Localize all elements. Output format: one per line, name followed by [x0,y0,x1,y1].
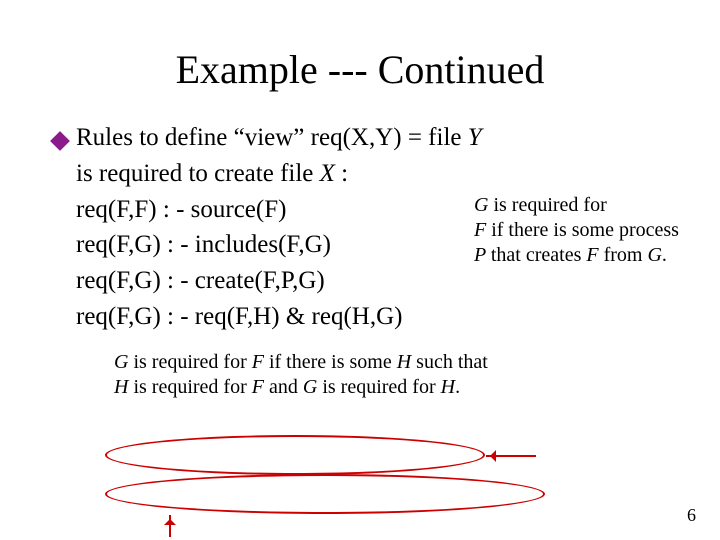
bn-h: H [397,351,411,373]
content: Rules to define “view” req(X,Y) = file Y… [50,121,670,400]
rule-4: req(F,G) : - req(F,H) & req(H,G) [76,300,482,334]
lead-text-1: Rules to define “view” req(X,Y) = file [76,124,468,151]
sn-t1: is required for [488,194,606,216]
diamond-bullet-icon [50,131,70,151]
sn-t5: . [662,244,667,266]
sn-p: P [474,244,491,266]
lead-line-2: is required to create file X : [76,157,482,191]
arrow-icon [169,515,171,537]
bn-t7: . [455,376,460,398]
lead-text-2: is required to create file [76,160,320,187]
bullet-body: Rules to define “view” req(X,Y) = file Y… [76,121,482,336]
arrow-icon [486,455,536,457]
lead-var-x: X [320,160,335,187]
sn-g: G [474,194,488,216]
rule-2: req(F,G) : - includes(F,G) [76,228,482,262]
callout-oval-1 [105,435,485,475]
bn-t3: such that [411,351,488,373]
lead-var-y: Y [468,124,482,151]
slide-title: Example --- Continued [50,46,670,93]
callout-oval-2 [105,474,545,514]
sn-t3: that creates [491,244,587,266]
bn-t6: is required for [322,376,440,398]
slide: Example --- Continued Rules to define “v… [0,0,720,540]
bn-t4: is required for [133,376,251,398]
sn-t2: if there is some process [491,219,679,241]
bottom-annotation: G is required for F if there is some H s… [114,350,674,400]
side-annotation: G is required for F if there is some pro… [474,193,688,268]
bn-t1: is required for [133,351,251,373]
bn-f2: F [252,376,269,398]
sn-g2: G [647,244,661,266]
bn-t2: if there is some [269,351,397,373]
rule-3: req(F,G) : - create(F,P,G) [76,264,482,298]
bn-g: G [114,351,133,373]
sn-f: F [474,219,491,241]
rule-1: req(F,F) : - source(F) [76,193,482,227]
sn-f2: F [586,244,603,266]
lead-line-1: Rules to define “view” req(X,Y) = file Y [76,121,482,155]
bn-f: F [252,351,269,373]
sn-t4: from [604,244,648,266]
bn-h2: H [114,376,133,398]
lead-colon: : [335,160,348,187]
page-number: 6 [687,505,696,526]
bn-t5: and [269,376,303,398]
bn-g2: G [303,376,322,398]
bn-h3: H [441,376,455,398]
